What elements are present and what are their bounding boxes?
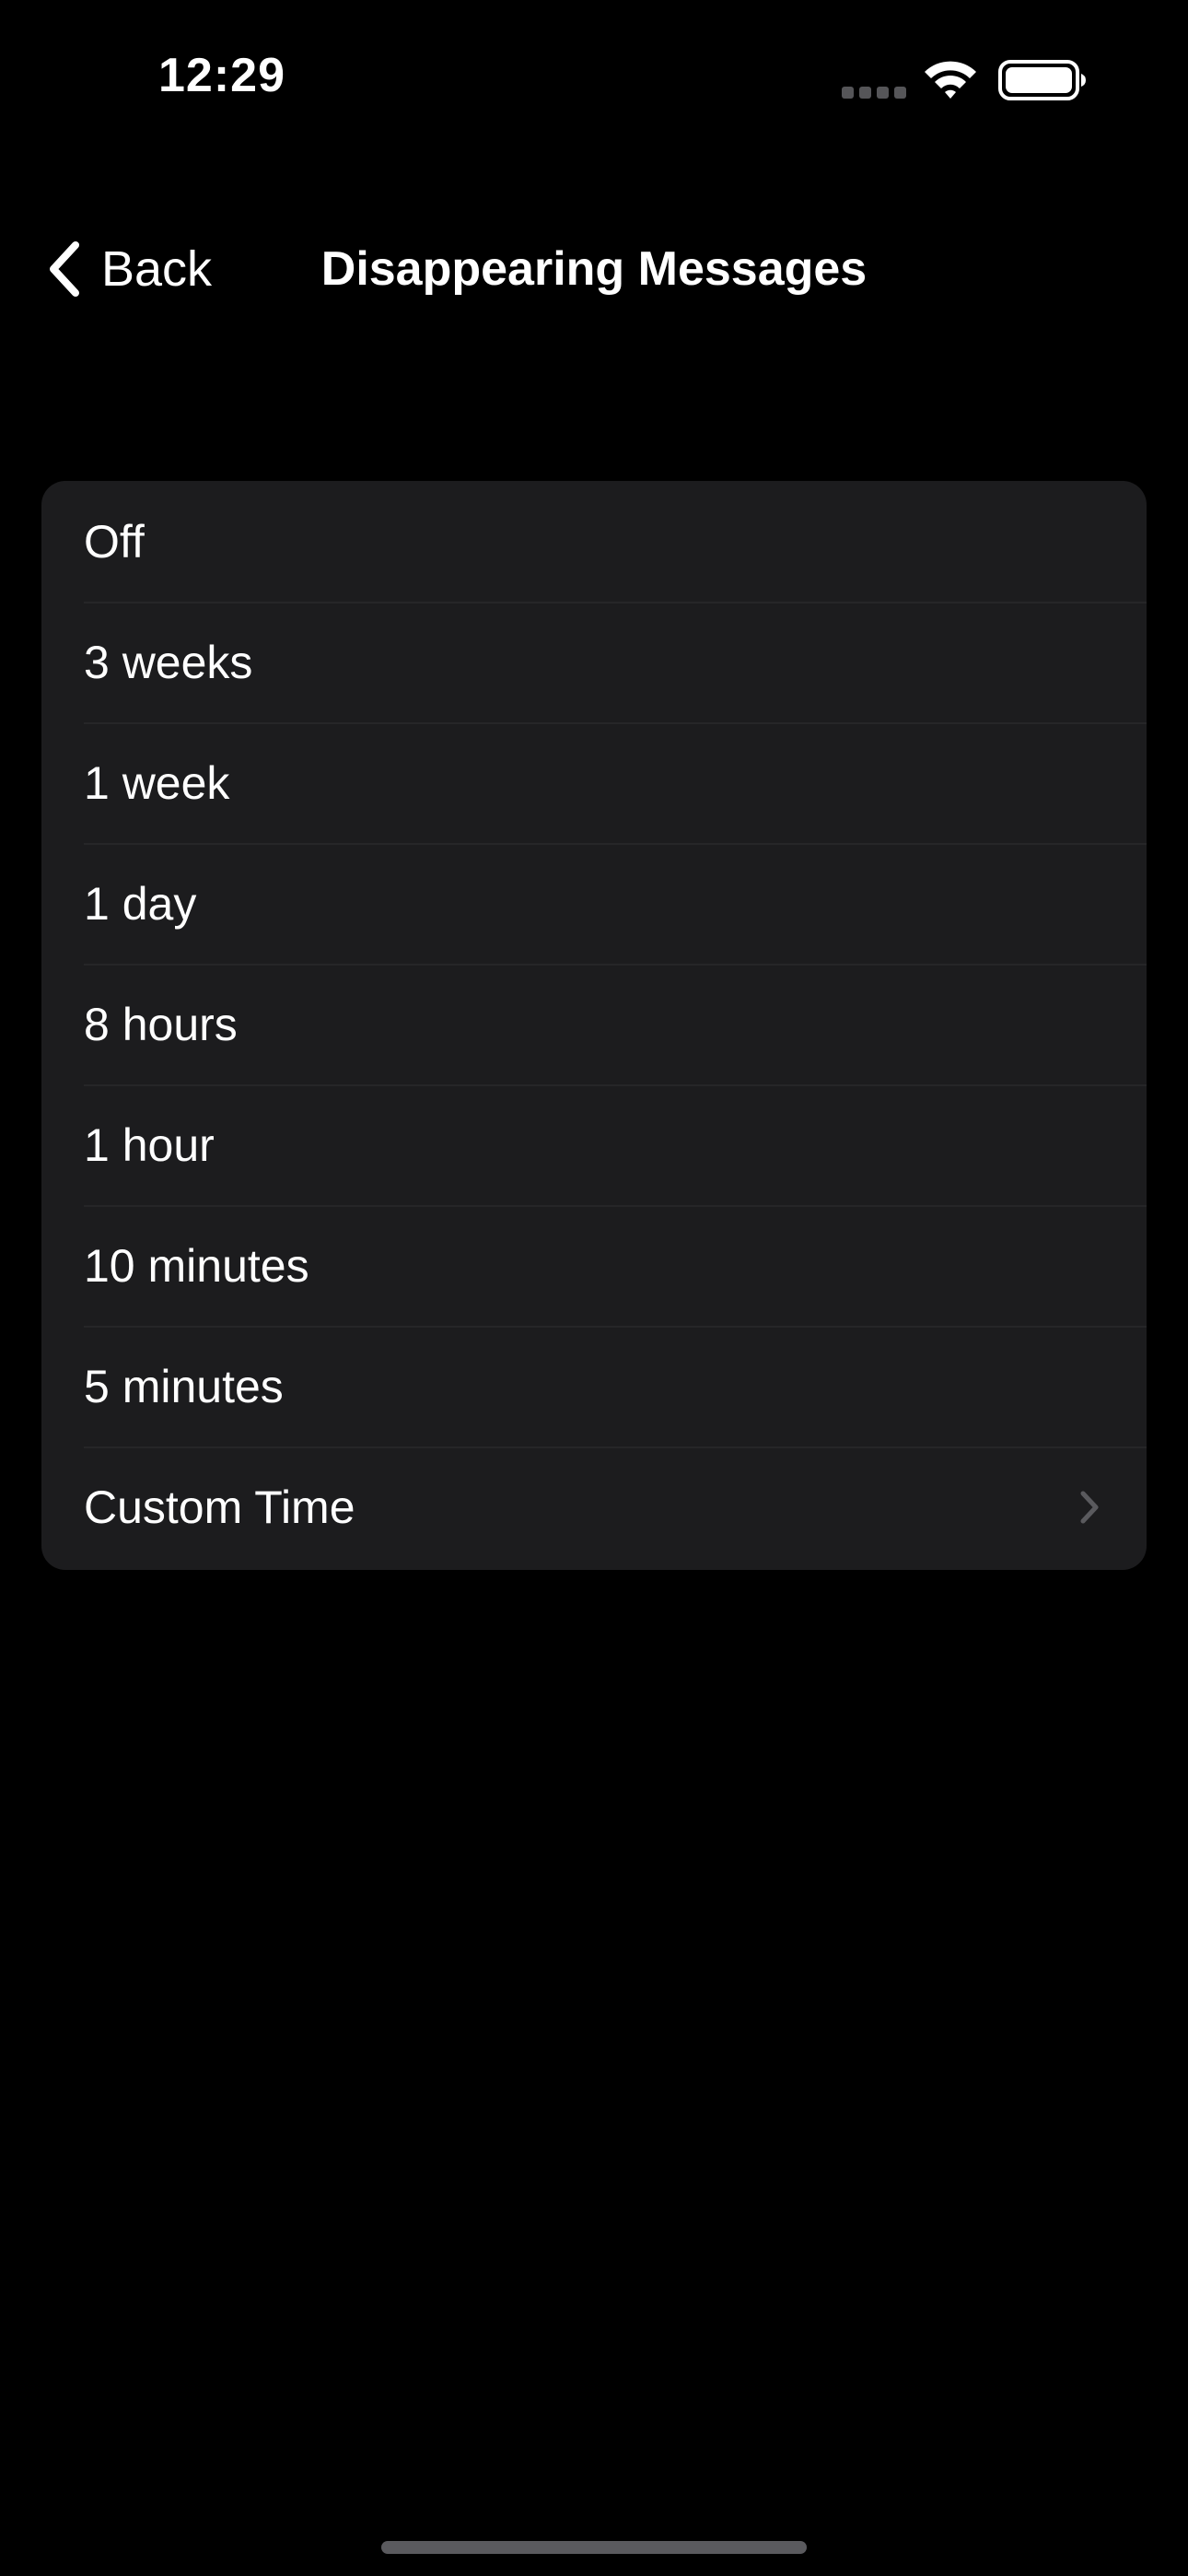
option-3-weeks[interactable]: 3 weeks bbox=[41, 602, 1147, 722]
option-8-hours[interactable]: 8 hours bbox=[41, 964, 1147, 1084]
option-custom-time[interactable]: Custom Time bbox=[41, 1446, 1147, 1567]
option-1-week[interactable]: 1 week bbox=[41, 722, 1147, 843]
option-label: Off bbox=[84, 515, 145, 568]
battery-icon bbox=[998, 60, 1086, 100]
option-label: 10 minutes bbox=[84, 1239, 309, 1292]
navigation-bar: Back Disappearing Messages bbox=[0, 214, 1188, 324]
option-off[interactable]: Off bbox=[41, 481, 1147, 602]
signal-dots-icon bbox=[842, 87, 906, 99]
option-label: 1 week bbox=[84, 756, 230, 809]
option-label: 1 day bbox=[84, 877, 197, 930]
home-indicator bbox=[381, 2541, 807, 2554]
option-1-hour[interactable]: 1 hour bbox=[41, 1084, 1147, 1205]
option-5-minutes[interactable]: 5 minutes bbox=[41, 1326, 1147, 1446]
option-label: 5 minutes bbox=[84, 1360, 284, 1412]
option-label: Custom Time bbox=[84, 1481, 355, 1533]
chevron-right-icon bbox=[1080, 1491, 1099, 1523]
option-label: 8 hours bbox=[84, 998, 238, 1050]
option-1-day[interactable]: 1 day bbox=[41, 843, 1147, 964]
option-label: 1 hour bbox=[84, 1118, 215, 1171]
option-label: 3 weeks bbox=[84, 636, 253, 688]
status-bar: 12:29 bbox=[0, 0, 1188, 157]
timer-options-list: Off 3 weeks 1 week 1 day 8 hours 1 hour … bbox=[41, 481, 1147, 1570]
wifi-icon bbox=[925, 61, 976, 99]
option-10-minutes[interactable]: 10 minutes bbox=[41, 1205, 1147, 1326]
page-title: Disappearing Messages bbox=[320, 242, 868, 296]
status-time: 12:29 bbox=[158, 49, 285, 102]
